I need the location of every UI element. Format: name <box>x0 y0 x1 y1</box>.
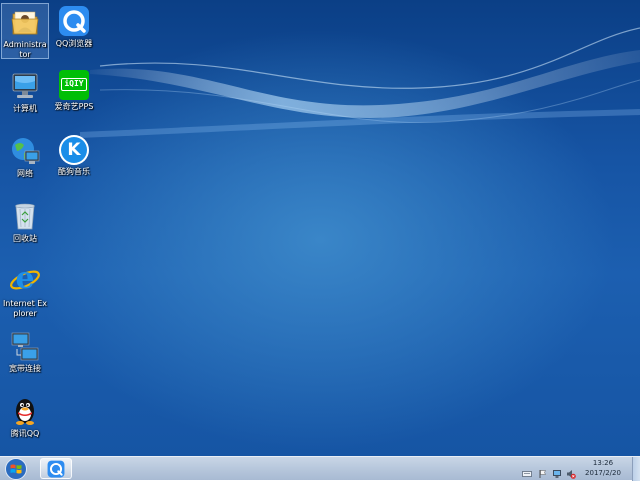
taskbar-item-qq-browser[interactable] <box>40 458 72 479</box>
recycle-bin-icon <box>9 200 41 232</box>
desktop-icon-administrator[interactable]: Administrator <box>1 3 49 59</box>
desktop-icon-qq-browser[interactable]: QQ浏览器 <box>50 3 98 49</box>
desktop-icon-tencent-qq[interactable]: 腾讯QQ <box>1 393 49 439</box>
qq-penguin-icon <box>9 395 41 427</box>
icon-label: 回收站 <box>13 234 37 243</box>
desktop[interactable]: Administrator QQ浏览器 计算机 iQIY 爱奇艺PPS 网络 K… <box>0 0 640 456</box>
desktop-icon-kugou-music[interactable]: K 酷狗音乐 <box>50 133 98 177</box>
iqiyi-logo-text: iQIY <box>61 78 87 91</box>
taskbar-clock[interactable]: 13:26 2017/2/20 <box>582 458 624 478</box>
system-tray: 13:26 2017/2/20 <box>510 457 640 481</box>
keyboard-icon[interactable] <box>522 464 532 477</box>
icon-label: Internet Explorer <box>2 299 48 318</box>
internet-explorer-icon: e <box>9 261 41 297</box>
desktop-icon-network[interactable]: 网络 <box>1 133 49 179</box>
clock-date: 2017/2/20 <box>585 469 621 477</box>
icon-label: 爱奇艺PPS <box>54 102 94 111</box>
desktop-icon-internet-explorer[interactable]: e Internet Explorer <box>1 263 49 319</box>
flag-icon[interactable] <box>538 464 548 478</box>
qq-browser-icon <box>58 5 90 37</box>
icon-label: Administrator <box>3 40 47 59</box>
ie-logo-text: e <box>15 261 35 296</box>
qq-browser-icon <box>47 460 65 478</box>
iqiyi-icon: iQIY <box>59 70 89 100</box>
taskbar: 13:26 2017/2/20 <box>0 456 640 481</box>
volume-muted-icon[interactable] <box>566 464 576 479</box>
computer-icon <box>9 70 41 102</box>
show-desktop-button[interactable] <box>632 457 640 481</box>
clock-time: 13:26 <box>592 459 614 467</box>
network-globe-icon <box>9 135 41 167</box>
windows-logo-icon <box>5 458 27 480</box>
desktop-icon-broadband-connection[interactable]: 宽带连接 <box>1 328 49 374</box>
desktop-icon-recycle-bin[interactable]: 回收站 <box>1 198 49 244</box>
kugou-icon: K <box>59 135 89 165</box>
icon-label: 宽带连接 <box>9 364 41 373</box>
icon-label: QQ浏览器 <box>55 39 93 48</box>
desktop-icon-iqiyi-pps[interactable]: iQIY 爱奇艺PPS <box>50 68 98 112</box>
icon-label: 计算机 <box>13 104 37 113</box>
start-button[interactable] <box>4 458 28 480</box>
icon-label: 网络 <box>17 169 33 178</box>
user-folder-icon <box>9 6 41 38</box>
desktop-icon-computer[interactable]: 计算机 <box>1 68 49 114</box>
icon-label: 酷狗音乐 <box>58 167 90 176</box>
network-status-icon[interactable] <box>552 464 562 478</box>
kugou-logo-text: K <box>67 140 81 160</box>
icon-label: 腾讯QQ <box>10 429 40 438</box>
broadband-connection-icon <box>9 330 41 362</box>
